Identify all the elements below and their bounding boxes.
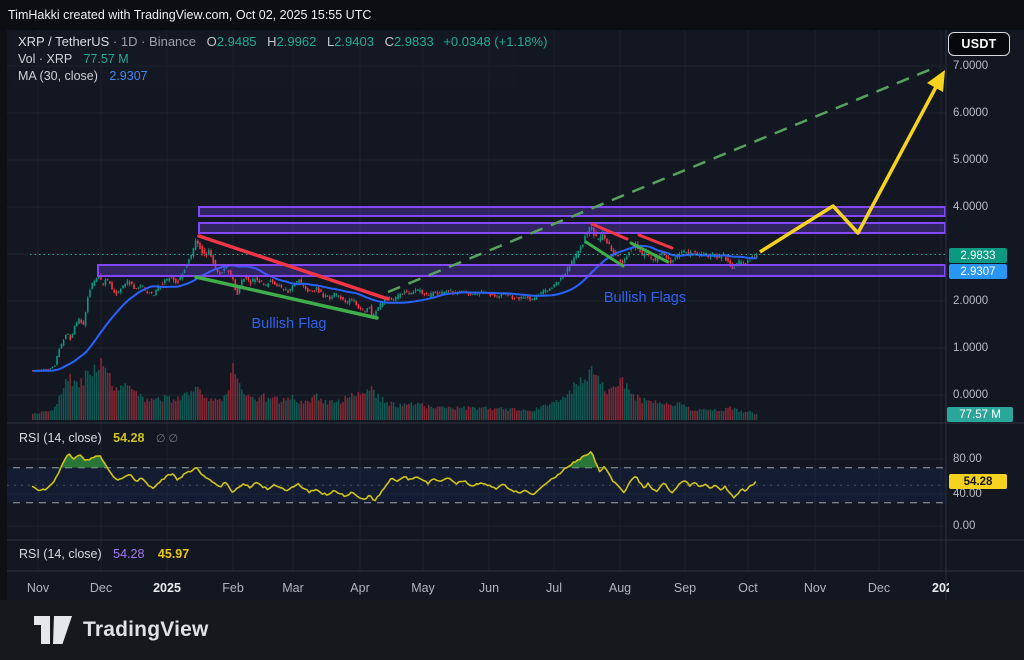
time-axis-label-Mar[interactable]: Mar [282,581,304,595]
time-axis-label-Apr[interactable]: Apr [350,581,369,595]
axis-tick-4.0000: 4.0000 [953,201,989,213]
time-axis-label-Aug[interactable]: Aug [609,581,631,595]
time-axis-label-Feb[interactable]: Feb [222,581,244,595]
attribution-bar: TimHakki created with TradingView.com, O… [0,0,1024,30]
time-axis-label-Oct[interactable]: Oct [738,581,757,595]
ma-value: 2.9307 [109,69,148,83]
rsi2-value-2: 45.97 [157,547,190,561]
jan-apr-flag-lower [194,275,379,320]
annotation-bullish-flag[interactable]: Bullish Flag [219,316,359,332]
current-price-badge: 2.9833 [949,248,1007,263]
ma-price-badge: 2.9307 [949,264,1007,279]
annotation-bullish-flags[interactable]: Bullish Flags [575,290,715,306]
currency-button[interactable]: USDT [948,32,1010,56]
time-axis-label-Dec[interactable]: Dec [90,581,112,595]
low-value: 2.9403 [334,34,374,49]
open-value: 2.9485 [216,34,257,49]
rsi2-value-1: 54.28 [113,547,145,561]
time-axis-label-Jul[interactable]: Jul [546,581,562,595]
axis-tick-2.0000: 2.0000 [953,295,989,307]
chart-area[interactable]: XRP / TetherUS · 1D · Binance O2.9485 H2… [0,30,1024,600]
volume-value: 77.57 M [83,52,129,66]
symbol-meta[interactable]: · 1D · Binance [113,34,196,49]
axis-tick-40.00: 40.00 [953,488,982,500]
axis-tick-0.0000: 0.0000 [953,389,989,401]
symbol-name[interactable]: XRP / TetherUS [18,34,109,49]
rsi-collapsed-legend[interactable]: RSI (14, close) 54.28 45.97 [19,547,189,561]
chart-legend: XRP / TetherUS · 1D · Binance O2.9485 H2… [18,34,547,84]
volume-bars [32,358,758,420]
axis-tick-1.0000: 1.0000 [953,342,989,354]
rsi-hidden-icons[interactable]: ∅ ∅ [156,433,178,445]
time-axis-label-Dec[interactable]: Dec [868,581,890,595]
axis-tick-80.00: 80.00 [953,453,982,465]
high-value: 2.9962 [276,34,317,49]
rsi-value: 54.28 [113,431,145,445]
tradingview-logo-icon [34,616,72,644]
rsi-legend[interactable]: RSI (14, close) 54.28 ∅ ∅ [19,431,178,445]
symbol-row[interactable]: XRP / TetherUS · 1D · Binance O2.9485 H2… [18,34,547,50]
time-axis-label-Sep[interactable]: Sep [674,581,696,595]
rsi-label: RSI (14, close) [19,431,102,445]
open-label: O [206,34,217,49]
tradingview-chart-screenshot: TimHakki created with TradingView.com, O… [0,0,1024,660]
volume-label: Vol · XRP [18,52,72,66]
volume-row[interactable]: Vol · XRP 77.57 M [18,51,547,67]
footer-bar: TradingView [0,600,1024,660]
pane-dividers [0,30,1024,600]
change-value: +0.0348 (+1.18%) [443,34,548,49]
axis-tick-6.0000: 6.0000 [953,107,989,119]
time-axis-label-2026[interactable]: 2026 [932,581,949,595]
axis-tick-5.0000: 5.0000 [953,154,989,166]
ma-row[interactable]: MA (30, close) 2.9307 [18,68,547,84]
time-axis-label-Jun[interactable]: Jun [479,581,499,595]
tradingview-logo-text: TradingView [83,618,209,641]
close-label: C [384,34,394,49]
rsi2-label: RSI (14, close) [19,547,102,561]
time-axis-label-Nov[interactable]: Nov [27,581,49,595]
axis-tick-7.0000: 7.0000 [953,60,989,72]
time-axis-label-Nov[interactable]: Nov [804,581,826,595]
time-axis-label-2025[interactable]: 2025 [153,581,181,595]
rsi-badge: 54.28 [949,474,1007,489]
volume-badge: 77.57 M [947,407,1013,422]
time-axis-label-May[interactable]: May [411,581,435,595]
ma-label: MA (30, close) [18,69,98,83]
attribution-text: TimHakki created with TradingView.com, O… [8,8,372,22]
high-label: H [267,34,277,49]
left-margin [0,30,7,600]
chart-canvas[interactable] [0,30,1024,600]
close-value: 2.9833 [393,34,434,49]
axis-tick-0.00: 0.00 [953,520,976,532]
